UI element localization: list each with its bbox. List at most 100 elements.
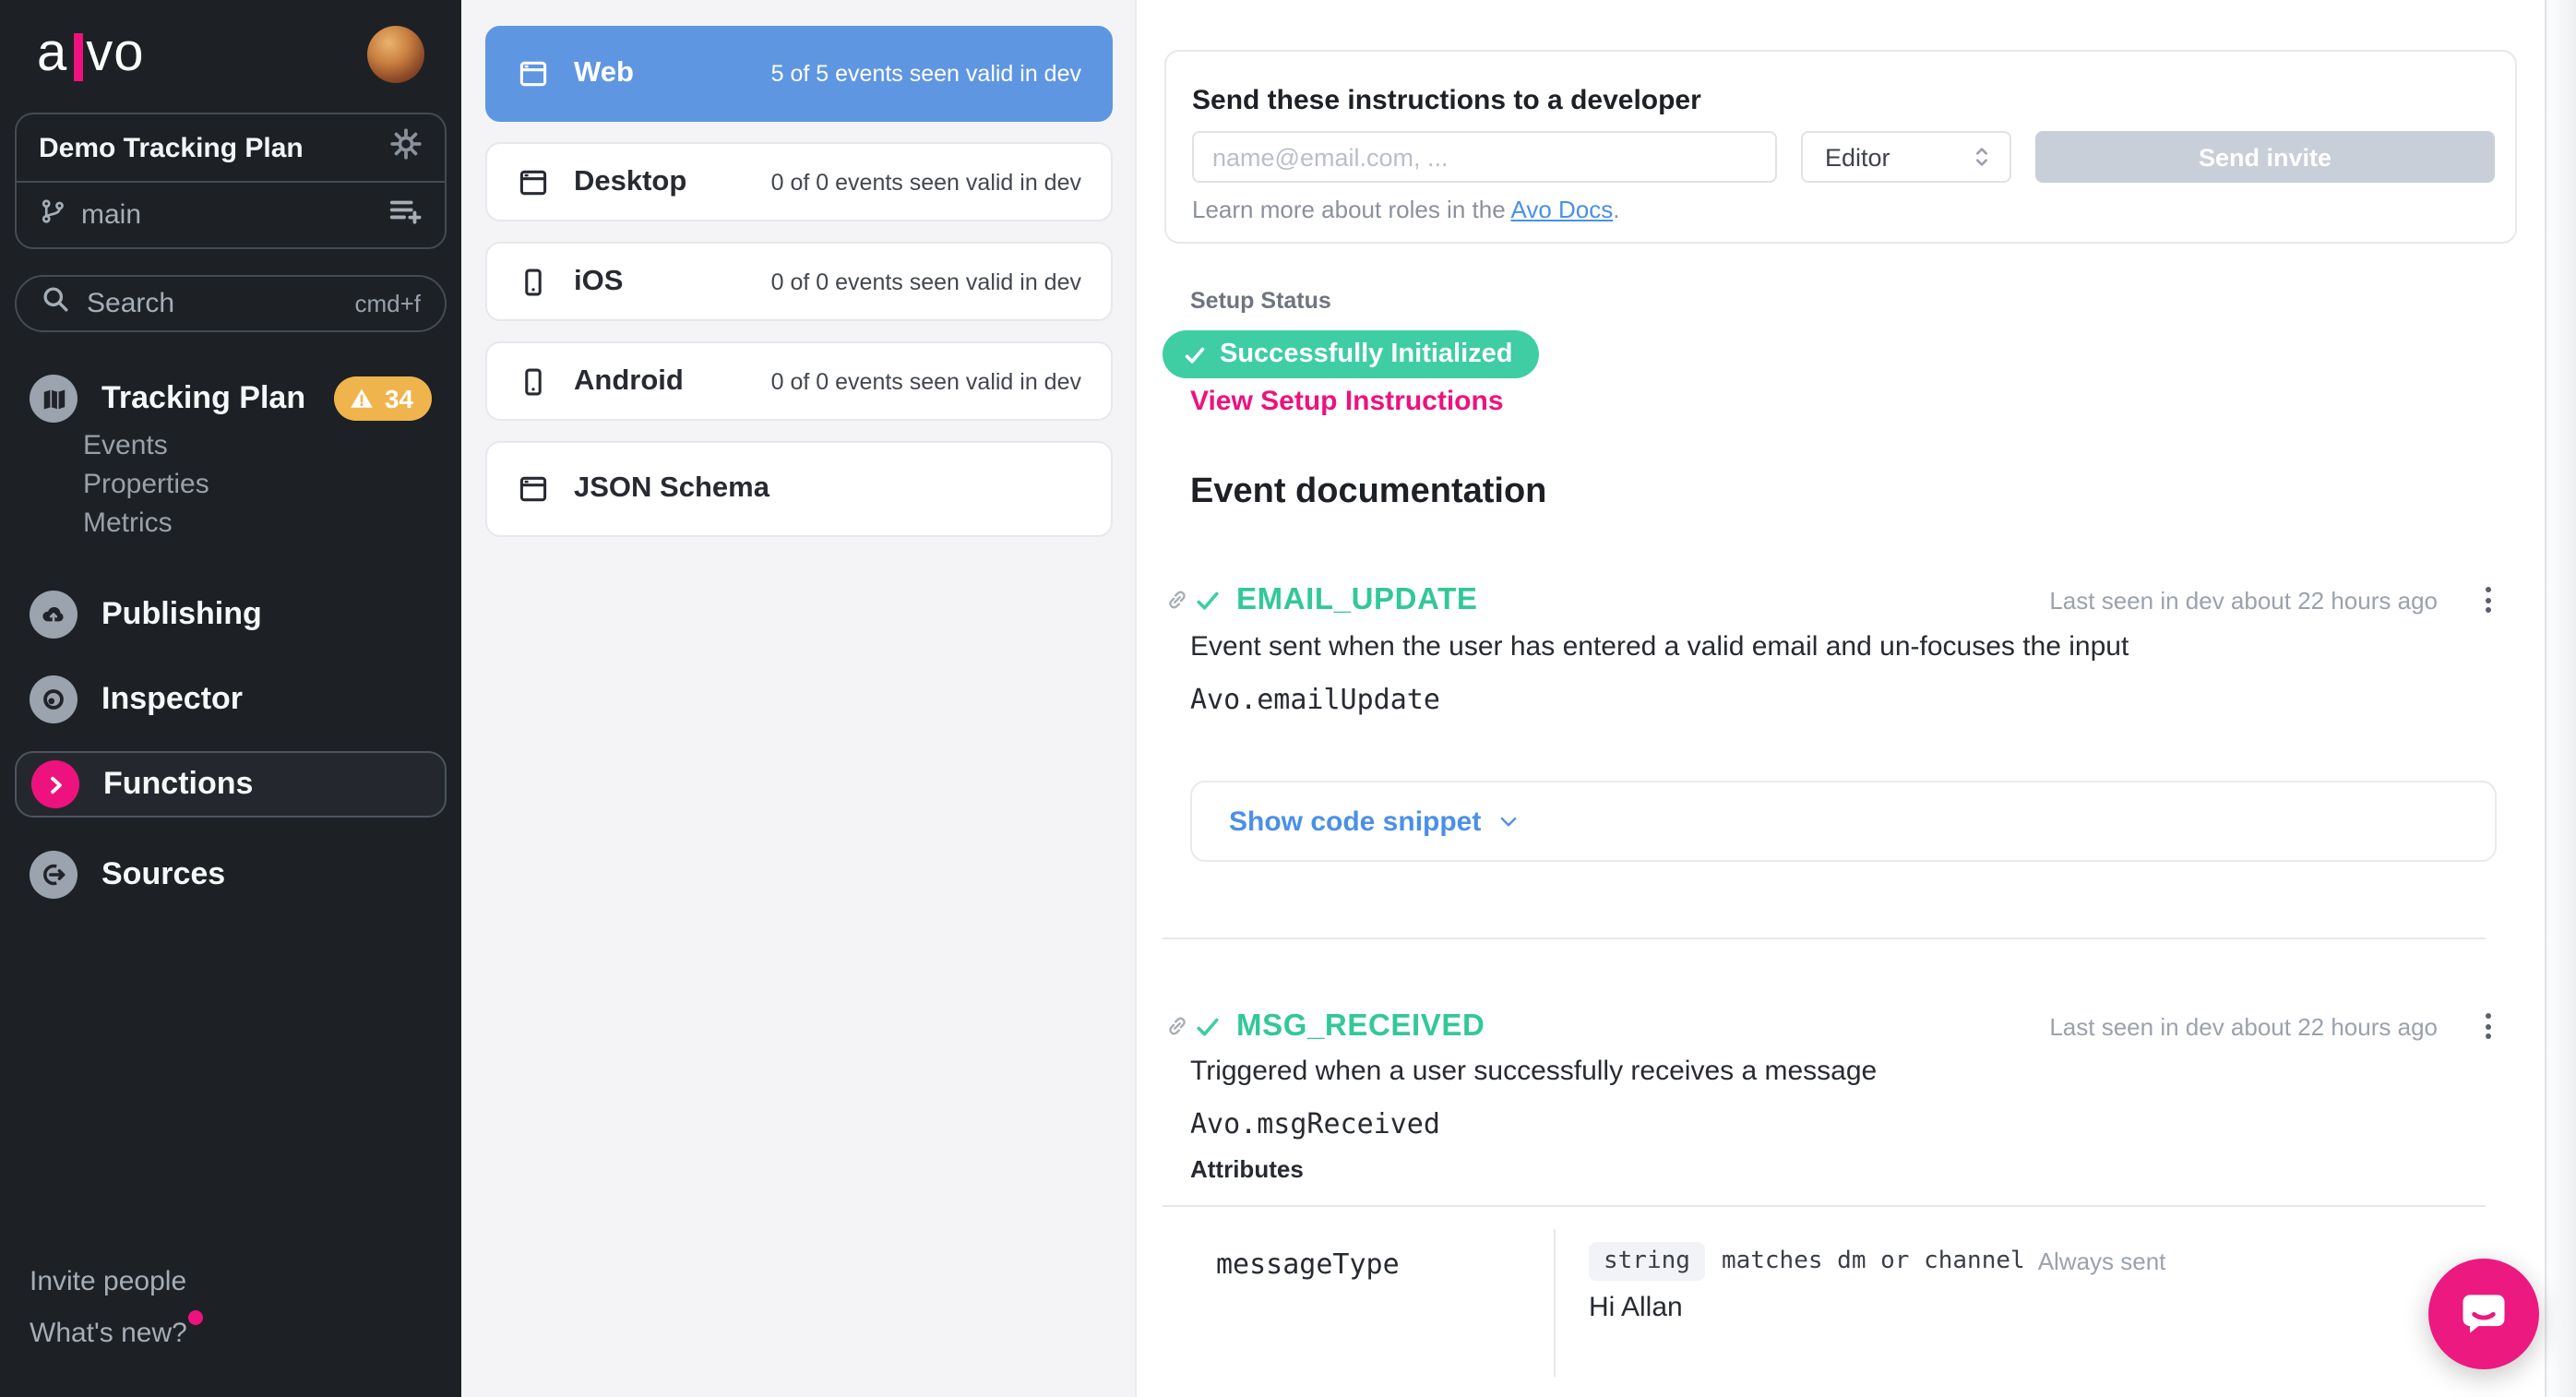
- attribute-name: messageType: [1216, 1248, 1400, 1281]
- setup-status-text: Successfully Initialized: [1220, 340, 1513, 369]
- browser-icon: [517, 472, 550, 506]
- sidebar-item-sources[interactable]: Sources: [0, 851, 461, 899]
- select-arrows-icon: [1971, 144, 1993, 170]
- whats-new-link[interactable]: What's new?: [30, 1318, 187, 1349]
- sidebar-item-events[interactable]: Events: [83, 426, 209, 465]
- sidebar-footer: Invite people What's new?: [30, 1266, 187, 1349]
- sidebar-item-metrics[interactable]: Metrics: [83, 504, 209, 543]
- avo-docs-link[interactable]: Avo Docs: [1510, 196, 1613, 223]
- mobile-icon: [517, 265, 550, 298]
- attribute-details: string matches dm or channel Always sent…: [1589, 1242, 2165, 1323]
- event-name: EMAIL_UPDATE: [1236, 582, 1477, 617]
- event-last-seen: Last seen in dev about 22 hours ago: [2049, 586, 2438, 614]
- target-icon: [30, 675, 78, 723]
- sources-column: Web 5 of 5 events seen valid in dev Desk…: [461, 0, 1135, 1397]
- notification-dot: [189, 1310, 204, 1325]
- logo-text-left: a: [37, 28, 67, 81]
- sidebar-header: avo: [0, 0, 461, 83]
- invite-note-suffix: .: [1613, 196, 1619, 223]
- chevron-down-icon: [1496, 809, 1520, 833]
- event-code: Avo.emailUpdate: [1190, 681, 1440, 718]
- source-card-ios[interactable]: iOS 0 of 0 events seen valid in dev: [485, 242, 1113, 321]
- right-gutter: [2548, 0, 2576, 1397]
- attribute-example: Hi Allan: [1589, 1292, 2165, 1323]
- issues-badge[interactable]: 34: [335, 376, 432, 421]
- attributes-label: Attributes: [1190, 1155, 1304, 1183]
- source-name: iOS: [574, 265, 771, 298]
- cloud-upload-icon: [30, 591, 78, 639]
- kebab-menu-icon[interactable]: [2478, 1011, 2497, 1041]
- tracking-plan-children: Events Properties Metrics: [83, 426, 209, 543]
- sidebar-item-functions[interactable]: Functions: [15, 751, 447, 818]
- attribute-type-chip: string: [1589, 1242, 1705, 1281]
- attributes-table-divider: [1163, 1205, 2486, 1207]
- map-icon: [30, 375, 78, 423]
- show-code-snippet-toggle[interactable]: Show code snippet: [1190, 781, 2497, 862]
- workspace-name-row[interactable]: Demo Tracking Plan: [17, 114, 445, 181]
- workspace-box: Demo Tracking Plan main: [15, 113, 447, 249]
- attribute-constraint: matches dm or channel: [1722, 1248, 2025, 1275]
- invite-note: Learn more about roles in the Avo Docs.: [1192, 196, 1620, 223]
- event-code: Avo.msgReceived: [1190, 1105, 1440, 1142]
- branch-icon: [39, 197, 66, 233]
- sidebar-item-label: Functions: [103, 766, 430, 803]
- snippet-toggle-label: Show code snippet: [1229, 806, 1481, 837]
- chat-launcher-button[interactable]: [2428, 1259, 2539, 1369]
- branch-name: main: [81, 199, 388, 231]
- logo-text-right: vo: [86, 28, 144, 81]
- event-header-email-update: EMAIL_UPDATE Last seen in dev about 22 h…: [1190, 581, 2497, 618]
- search-icon: [41, 284, 70, 323]
- source-card-android[interactable]: Android 0 of 0 events seen valid in dev: [485, 341, 1113, 421]
- main-panel: Send these instructions to a developer E…: [1135, 0, 2546, 1397]
- user-avatar[interactable]: [367, 26, 424, 83]
- search-input[interactable]: Search cmd+f: [15, 275, 447, 332]
- arrow-out-icon: [30, 851, 78, 899]
- event-description: Triggered when a user successfully recei…: [1190, 1054, 1877, 1091]
- branch-row[interactable]: main: [17, 181, 445, 247]
- mobile-icon: [517, 364, 550, 398]
- search-shortcut: cmd+f: [354, 290, 421, 317]
- avo-logo: avo: [37, 28, 145, 81]
- sidebar-item-label: Inspector: [101, 681, 432, 718]
- source-name: Android: [574, 364, 771, 398]
- warning-triangle-icon: [350, 386, 376, 412]
- browser-icon: [517, 165, 550, 198]
- sidebar-item-publishing[interactable]: Publishing: [0, 591, 461, 639]
- playlist-add-icon[interactable]: [388, 193, 423, 237]
- invite-email-input[interactable]: [1192, 131, 1777, 183]
- source-status: 0 of 0 events seen valid in dev: [771, 169, 1081, 195]
- send-invite-button[interactable]: Send invite: [2035, 131, 2495, 183]
- app-window: avo Demo Tracking Plan main: [0, 0, 2576, 1397]
- attribute-presence: Always sent: [2038, 1248, 2166, 1275]
- sidebar-item-label: Tracking Plan: [101, 380, 335, 417]
- event-header-msg-received: MSG_RECEIVED Last seen in dev about 22 h…: [1190, 1008, 2497, 1045]
- source-list: Web 5 of 5 events seen valid in dev Desk…: [485, 26, 1113, 537]
- event-name: MSG_RECEIVED: [1236, 1009, 1485, 1044]
- source-name: JSON Schema: [574, 472, 1081, 506]
- sidebar-item-label: Publishing: [101, 596, 432, 633]
- sidebar-item-inspector[interactable]: Inspector: [0, 675, 461, 723]
- role-select[interactable]: Editor: [1801, 131, 2011, 183]
- link-icon[interactable]: [1164, 587, 1190, 622]
- sidebar-item-properties[interactable]: Properties: [83, 465, 209, 504]
- event-last-seen: Last seen in dev about 22 hours ago: [2049, 1012, 2438, 1040]
- invite-people-link[interactable]: Invite people: [30, 1266, 187, 1297]
- setup-status-badge: Successfully Initialized: [1163, 330, 1539, 378]
- invite-card: Send these instructions to a developer E…: [1164, 50, 2517, 244]
- browser-icon: [517, 57, 550, 90]
- source-card-web[interactable]: Web 5 of 5 events seen valid in dev: [485, 26, 1113, 122]
- check-icon: [1183, 342, 1207, 366]
- view-setup-instructions-link[interactable]: View Setup Instructions: [1190, 384, 1504, 419]
- sidebar-item-tracking-plan[interactable]: Tracking Plan 34: [0, 375, 461, 423]
- setup-status-label: Setup Status: [1190, 288, 1331, 314]
- source-card-json-schema[interactable]: JSON Schema: [485, 441, 1113, 537]
- kebab-menu-icon[interactable]: [2478, 585, 2497, 615]
- source-card-desktop[interactable]: Desktop 0 of 0 events seen valid in dev: [485, 142, 1113, 221]
- invite-note-prefix: Learn more about roles in the: [1192, 196, 1510, 223]
- section-divider: [1163, 937, 2486, 939]
- link-icon[interactable]: [1164, 1013, 1190, 1048]
- gear-icon[interactable]: [389, 126, 423, 169]
- check-icon: [1194, 586, 1222, 614]
- check-icon: [1194, 1012, 1222, 1040]
- source-name: Desktop: [574, 165, 771, 198]
